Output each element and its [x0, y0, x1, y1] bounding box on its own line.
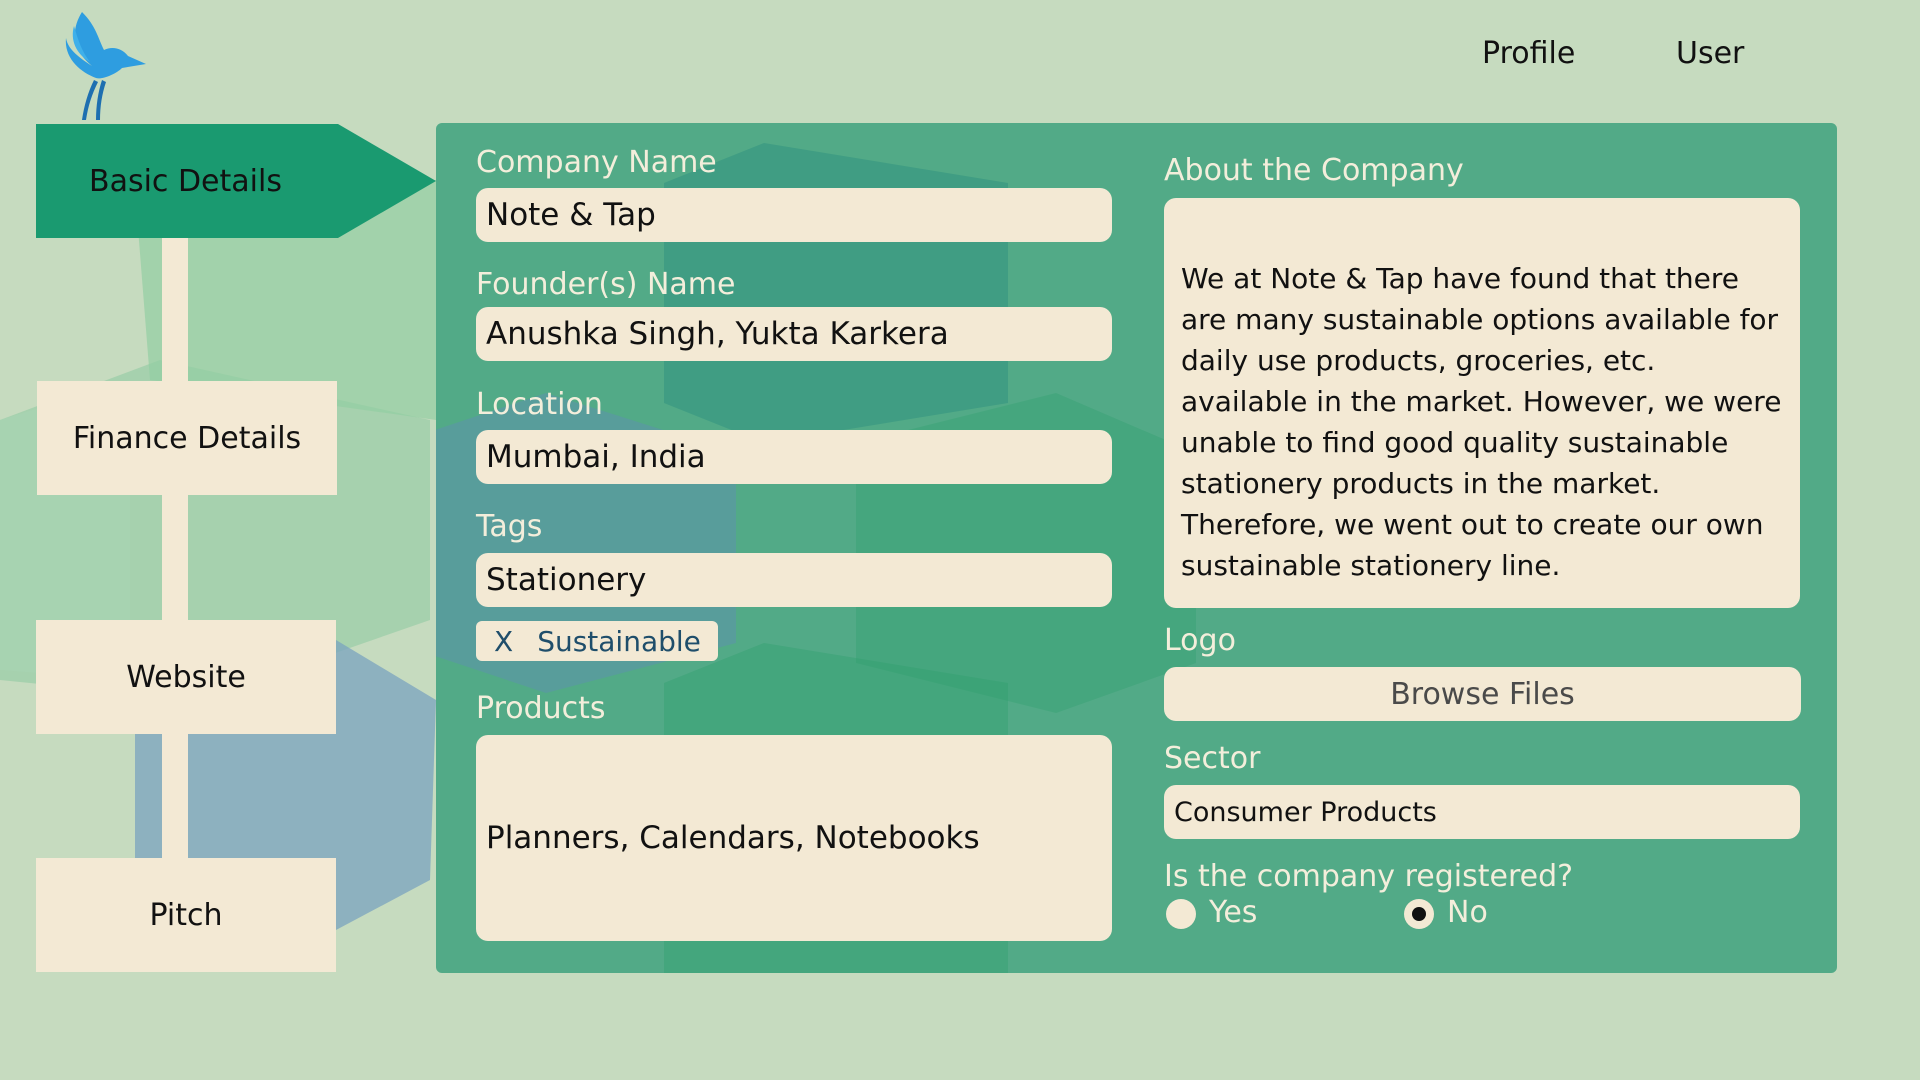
tags-input[interactable]: Stationery [476, 553, 1112, 607]
founders-input[interactable]: Anushka Singh, Yukta Karkera [476, 307, 1112, 361]
sector-select[interactable]: Consumer Products [1164, 785, 1800, 839]
remove-tag-button[interactable]: X [494, 625, 513, 658]
radio-no[interactable] [1404, 899, 1434, 929]
radio-yes-label: Yes [1209, 895, 1258, 930]
tag-chip: X Sustainable [476, 621, 718, 661]
about-label: About the Company [1164, 153, 1464, 188]
step-pitch[interactable]: Pitch [36, 858, 336, 972]
step-website[interactable]: Website [36, 620, 336, 734]
tags-label: Tags [476, 509, 543, 544]
company-name-input[interactable]: Note & Tap [476, 188, 1112, 242]
step-basic-details[interactable]: Basic Details [36, 124, 436, 238]
tag-chip-label: Sustainable [537, 624, 701, 658]
step-finance-details[interactable]: Finance Details [37, 381, 337, 495]
basic-details-form: Company Name Note & Tap Founder(s) Name … [436, 123, 1837, 973]
profile-link[interactable]: Profile [1482, 36, 1575, 76]
products-input[interactable]: Planners, Calendars, Notebooks [476, 735, 1112, 941]
location-label: Location [476, 387, 603, 422]
products-label: Products [476, 691, 606, 726]
founders-label: Founder(s) Name [476, 267, 736, 302]
steps-connector [162, 230, 188, 860]
browse-files-button[interactable]: Browse Files [1164, 667, 1801, 721]
location-input[interactable]: Mumbai, India [476, 430, 1112, 484]
registered-question: Is the company registered? [1164, 859, 1574, 894]
sector-label: Sector [1164, 741, 1261, 776]
bird-logo-icon[interactable] [62, 8, 150, 120]
logo-label: Logo [1164, 623, 1236, 658]
radio-no-label: No [1447, 895, 1488, 930]
company-name-label: Company Name [476, 145, 717, 180]
radio-yes[interactable] [1166, 899, 1196, 929]
about-textarea[interactable]: We at Note & Tap have found that there a… [1164, 198, 1800, 608]
user-link[interactable]: User [1676, 36, 1744, 76]
